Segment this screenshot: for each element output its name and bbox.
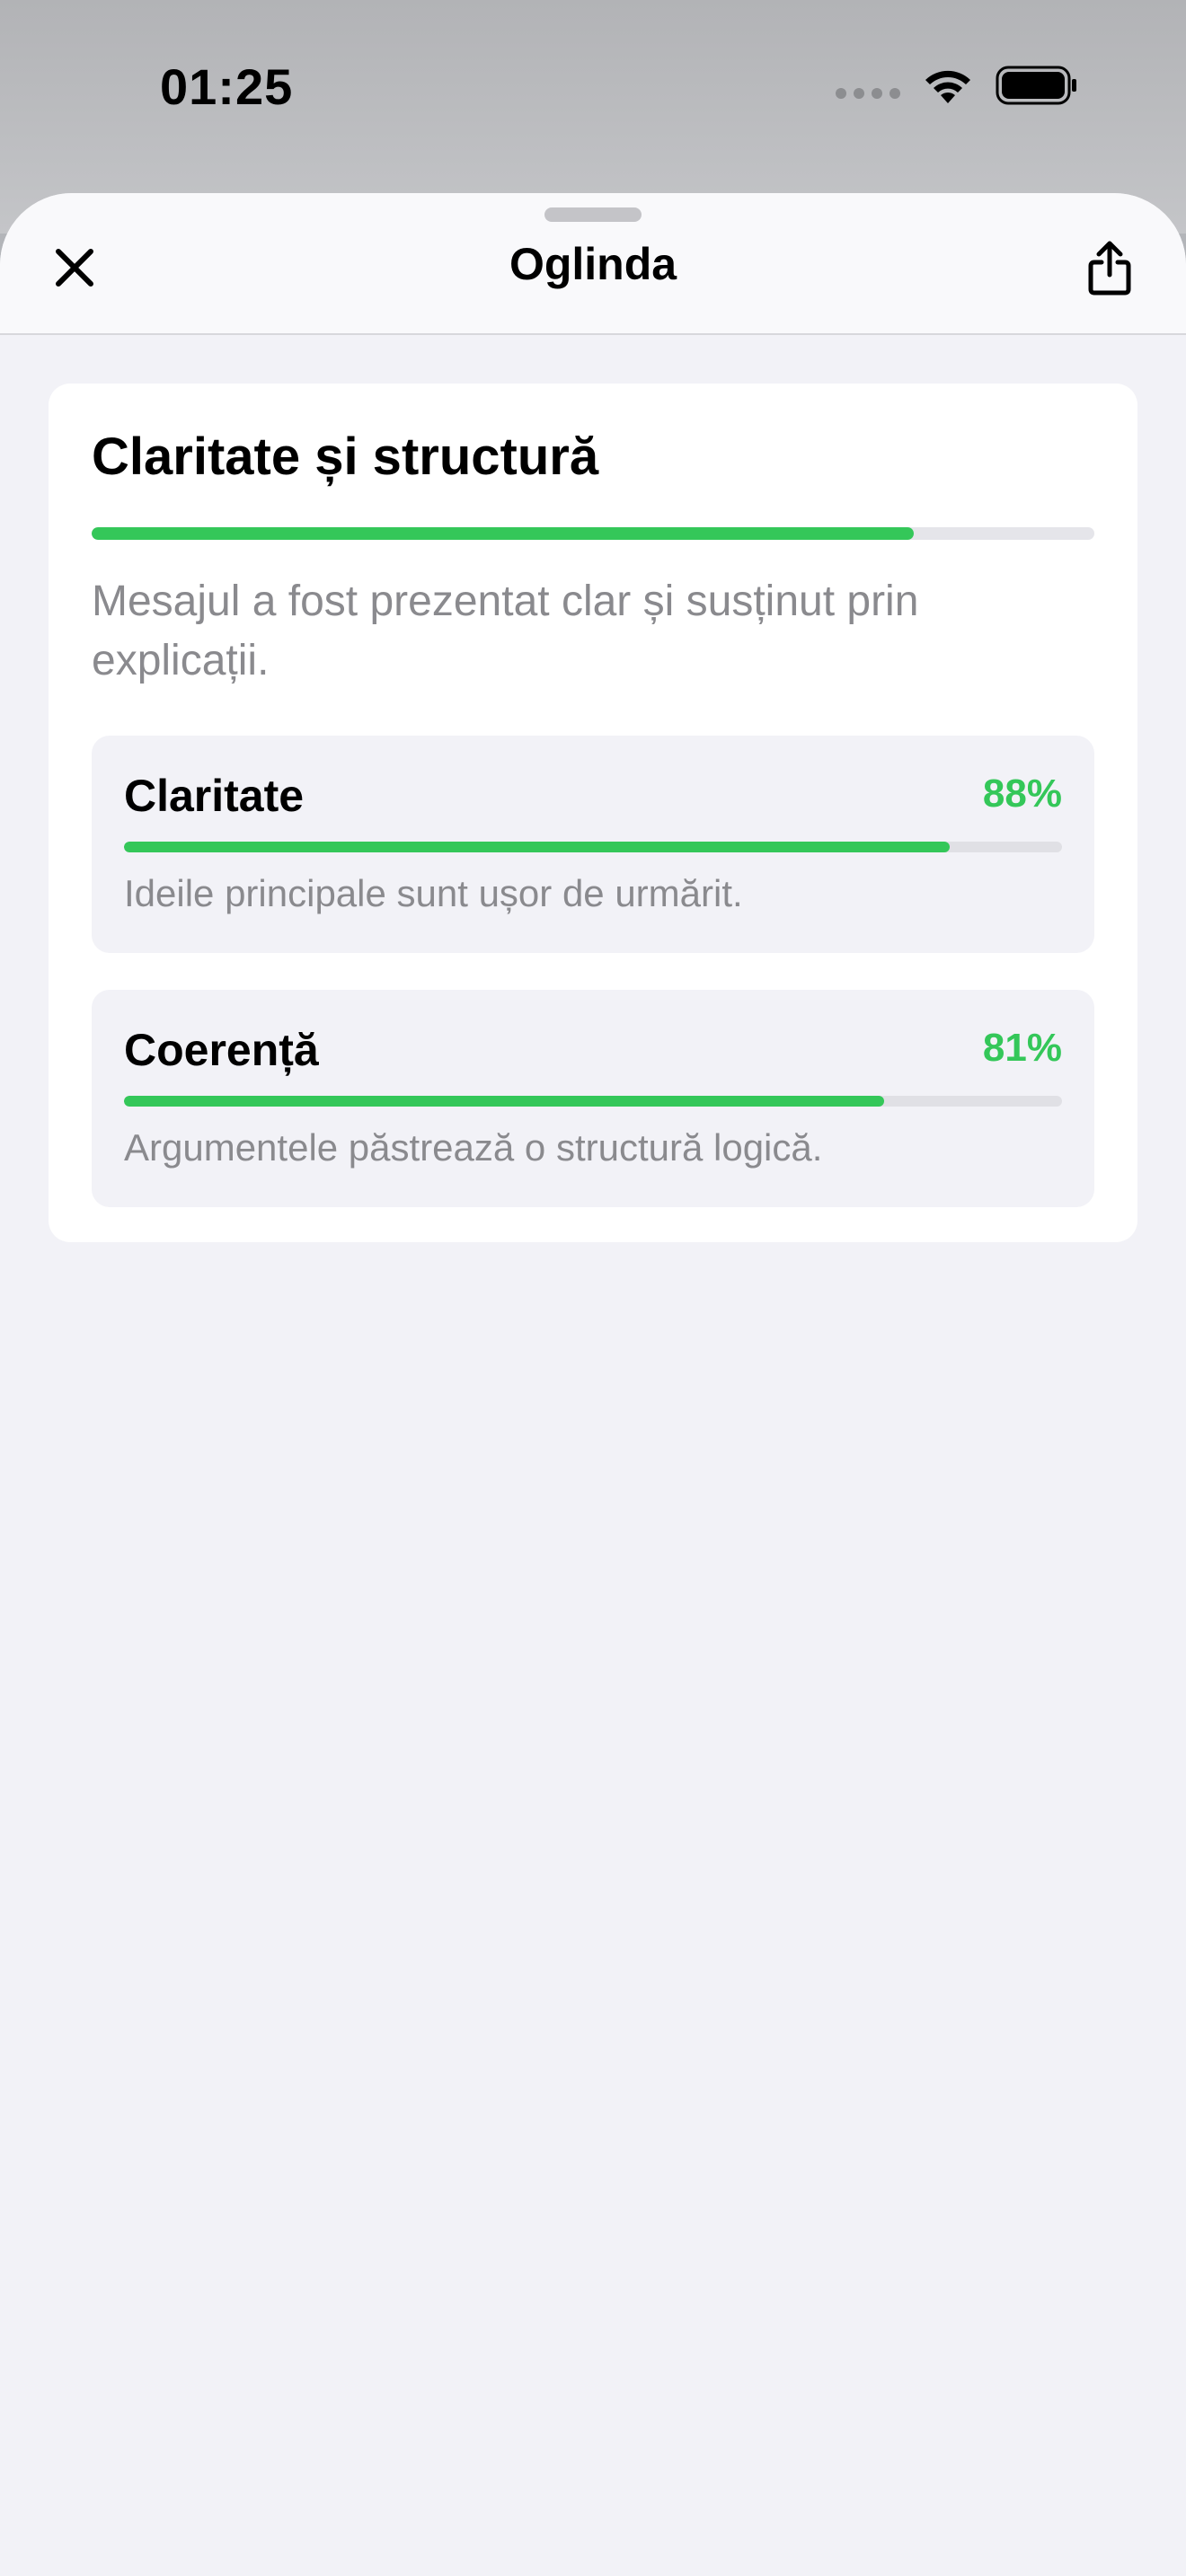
sheet-title: Oglinda — [509, 239, 677, 289]
metric-progress-bar — [124, 1096, 1062, 1107]
metric-name: Coerență — [124, 1025, 319, 1075]
share-icon — [1088, 241, 1131, 296]
status-icons — [836, 65, 1078, 106]
sheet-grabber[interactable] — [544, 207, 642, 222]
metric-claritate: Claritate 88% Ideile principale sunt ușo… — [92, 736, 1094, 953]
battery-icon — [996, 65, 1078, 106]
metric-name: Claritate — [124, 771, 305, 821]
card-description: Mesajul a fost prezentat clar și susținu… — [92, 578, 919, 684]
card-title: Claritate și structură — [92, 428, 599, 486]
status-time: 01:25 — [160, 58, 294, 115]
wifi-icon — [922, 66, 974, 105]
share-button[interactable] — [1078, 234, 1141, 303]
metric-coerenta: Coerență 81% Argumentele păstrează o str… — [92, 990, 1094, 1207]
modal-sheet: Oglinda Claritate și structură Mesajul a… — [0, 193, 1186, 2576]
metric-value: 81% — [982, 1026, 1062, 1070]
metric-value: 88% — [982, 772, 1062, 816]
sheet-header: Oglinda — [0, 193, 1186, 335]
metric-description: Argumentele păstrează o structură logică… — [124, 1126, 823, 1169]
metric-description: Ideile principale sunt ușor de urmărit. — [124, 872, 743, 914]
overall-progress-fill — [92, 527, 915, 540]
metric-progress-fill — [124, 1096, 884, 1107]
metric-progress-bar — [124, 842, 1062, 852]
cellular-signal-icon — [836, 88, 900, 99]
metric-progress-fill — [124, 842, 950, 852]
overall-progress-bar — [92, 527, 1094, 540]
clarity-structure-card: Claritate și structură Mesajul a fost pr… — [49, 384, 1137, 1242]
